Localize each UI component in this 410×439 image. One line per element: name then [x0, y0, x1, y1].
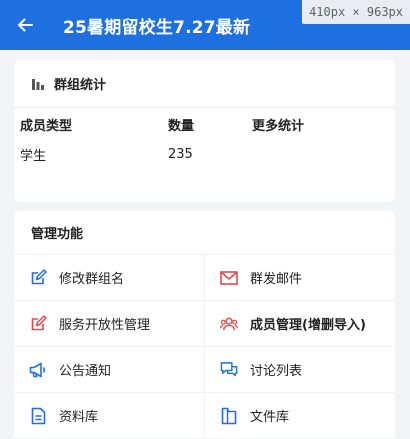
discussion-list-label: 讨论列表 [250, 364, 303, 379]
mail-icon [220, 269, 238, 287]
column-header-member-type: 成员类型 [20, 118, 73, 134]
stats-header: 群组统计 [14, 60, 395, 108]
file-library-button[interactable]: 文件库 [205, 393, 395, 439]
edit-icon [29, 315, 47, 333]
column-header-more-stats: 更多统计 [252, 118, 305, 134]
cell-count: 235 [168, 146, 193, 162]
functions-grid: 修改群组名 群发邮件 服务开放性管理 成员管理(增删导入) 公告通知 讨论列表 … [14, 255, 395, 439]
bar-chart-icon [32, 78, 44, 90]
edit-icon [29, 269, 47, 287]
group-mail-button[interactable]: 群发邮件 [205, 255, 395, 301]
file-library-label: 文件库 [250, 410, 290, 425]
announcement-button[interactable]: 公告通知 [14, 347, 205, 393]
functions-title: 管理功能 [14, 211, 395, 255]
document-icon [29, 407, 47, 425]
materials-library-button[interactable]: 资料库 [14, 393, 205, 439]
service-openness-label: 服务开放性管理 [59, 318, 151, 333]
size-badge: 410px × 963px [302, 0, 410, 24]
table-row: 学生 235 [14, 140, 395, 168]
group-mail-label: 群发邮件 [250, 272, 303, 287]
megaphone-icon [29, 361, 47, 379]
service-openness-button[interactable]: 服务开放性管理 [14, 301, 205, 347]
group-stats-card: 群组统计 成员类型 数量 更多统计 学生 235 [14, 60, 395, 202]
materials-library-label: 资料库 [59, 410, 99, 425]
cell-more-stats[interactable] [246, 140, 395, 168]
member-management-button[interactable]: 成员管理(增删导入) [205, 301, 395, 347]
stats-table: 成员类型 数量 更多统计 学生 235 [14, 108, 395, 168]
stats-title: 群组统计 [54, 78, 107, 93]
announcement-label: 公告通知 [59, 364, 112, 379]
members-icon [220, 315, 238, 333]
back-button[interactable] [0, 0, 50, 50]
column-header-count: 数量 [168, 118, 195, 134]
management-functions-card: 管理功能 修改群组名 群发邮件 服务开放性管理 成员管理(增删导入) 公告通知 … [14, 211, 395, 439]
page-title: 25暑期留校生7.27最新 [63, 17, 251, 38]
chat-icon [220, 361, 238, 379]
arrow-left-icon [18, 18, 33, 32]
edit-group-name-button[interactable]: 修改群组名 [14, 255, 205, 301]
edit-group-name-label: 修改群组名 [59, 272, 125, 287]
member-management-label: 成员管理(增删导入) [250, 318, 366, 333]
folder-icon [220, 407, 238, 425]
discussion-list-button[interactable]: 讨论列表 [205, 347, 395, 393]
cell-member-type: 学生 [20, 148, 47, 164]
